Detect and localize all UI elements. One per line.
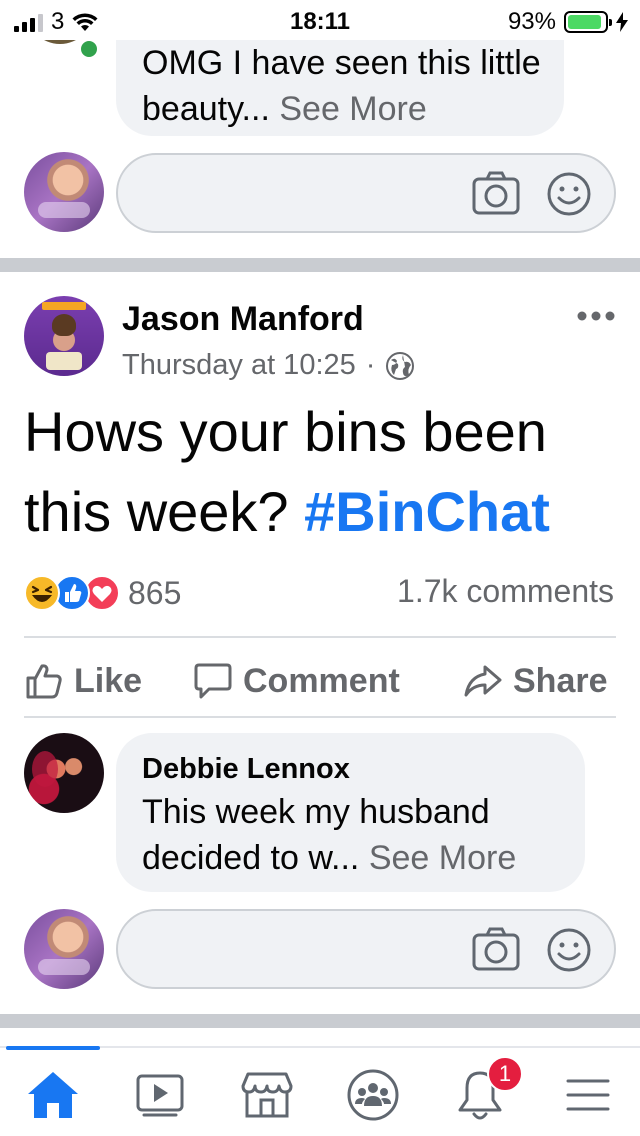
status-right: 93% [508,8,628,36]
emoji-icon[interactable] [546,927,592,973]
share-button[interactable]: Share [463,656,608,706]
feed-divider [0,258,640,272]
share-label: Share [513,661,608,700]
reactions-summary[interactable]: 865 [24,573,181,613]
status-bar: 3 18:11 93% [0,0,640,40]
video-icon [136,1074,184,1117]
tab-home[interactable] [23,1068,83,1122]
comment-count[interactable]: 1.7k comments [397,573,614,610]
tab-video[interactable] [130,1068,190,1122]
actions-top-divider [24,636,616,638]
speech-bubble-icon [194,663,232,699]
menu-icon [566,1079,610,1111]
current-user-avatar[interactable] [24,152,104,232]
hashtag-link[interactable]: #BinChat [304,480,550,543]
tab-marketplace[interactable] [237,1068,297,1122]
battery-icon [564,11,612,33]
post-meta: Thursday at 10:25 · [122,349,415,382]
share-arrow-icon [464,665,502,697]
see-more-link-debbie[interactable]: See More [369,839,516,877]
active-tab-indicator [6,1046,100,1050]
post-timestamp[interactable]: Thursday at 10:25 [122,349,356,382]
battery-percent: 93% [507,8,556,35]
comment-label: Comment [243,661,400,700]
groups-icon [347,1069,399,1121]
comment-bubble-debbie[interactable]: Debbie Lennox This week my husband decid… [116,733,585,892]
post-author[interactable]: Jason Manford [122,300,364,339]
emoji-icon[interactable] [546,171,592,217]
reaction-count: 865 [128,574,182,611]
post-text: Hows your bins been this week? #BinChat [24,392,624,552]
comment-button[interactable]: Comment [193,656,400,706]
actions-bottom-divider [24,716,616,718]
feed-divider-2 [0,1014,640,1028]
commenter-avatar-debbie[interactable] [24,733,104,813]
like-label: Like [74,661,143,700]
camera-icon[interactable] [472,927,520,971]
comment-input[interactable] [116,153,616,233]
more-horizontal-icon[interactable] [576,310,616,322]
haha-reaction-icon [24,575,60,611]
charging-bolt-icon [616,12,628,32]
meta-separator: · [365,349,376,381]
page-avatar[interactable] [24,296,104,376]
tab-menu[interactable] [558,1068,618,1122]
globe-icon [386,351,415,380]
camera-icon[interactable] [472,171,520,215]
bottom-tab-bar [0,1046,640,1136]
online-status-dot [78,38,100,60]
marketplace-icon [241,1072,293,1118]
current-user-avatar-2[interactable] [24,909,104,989]
see-more-link[interactable]: See More [279,90,426,128]
tab-groups[interactable] [343,1068,403,1122]
thumbs-up-icon [26,664,62,699]
comment-input-2[interactable] [116,909,616,989]
home-icon [28,1072,78,1118]
comment-author[interactable]: Debbie Lennox [142,753,350,786]
like-button[interactable]: Like [24,656,142,706]
notifications-badge: 1 [487,1056,523,1092]
